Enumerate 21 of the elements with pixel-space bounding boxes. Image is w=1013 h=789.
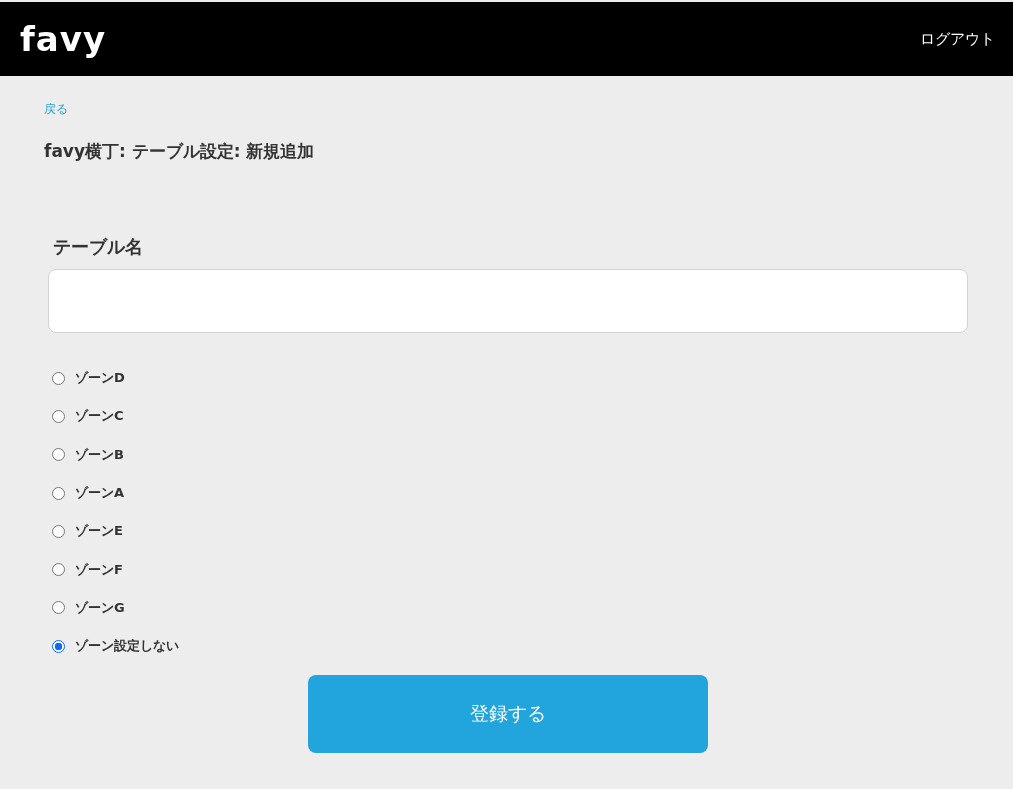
zone-label: ゾーンA — [75, 484, 125, 503]
field-label: テーブル名 — [53, 235, 144, 259]
zone-label: ゾーン設定しない — [75, 637, 179, 656]
zone-radio[interactable] — [52, 486, 65, 500]
zone-radio[interactable] — [52, 563, 65, 577]
zone-label: ゾーンF — [75, 560, 123, 579]
logo[interactable]: favy — [20, 22, 107, 56]
zone-radio[interactable] — [52, 371, 65, 385]
zone-radio[interactable] — [52, 639, 65, 653]
zone-radio[interactable] — [52, 524, 65, 538]
zone-label: ゾーンB — [75, 445, 124, 464]
logout-link[interactable]: ログアウト — [920, 29, 995, 49]
zone-label: ゾーンG — [75, 598, 125, 617]
zone-label: ゾーンC — [75, 407, 124, 426]
zone-radio[interactable] — [52, 601, 65, 615]
zone-radio[interactable] — [52, 448, 65, 462]
zone-label: ゾーンE — [75, 522, 123, 541]
zone-radio[interactable] — [52, 409, 65, 423]
page-title: favy横丁: テーブル設定: 新規追加 — [44, 140, 316, 163]
table-name-field[interactable] — [48, 269, 968, 333]
zone-label: ゾーンD — [75, 369, 125, 388]
